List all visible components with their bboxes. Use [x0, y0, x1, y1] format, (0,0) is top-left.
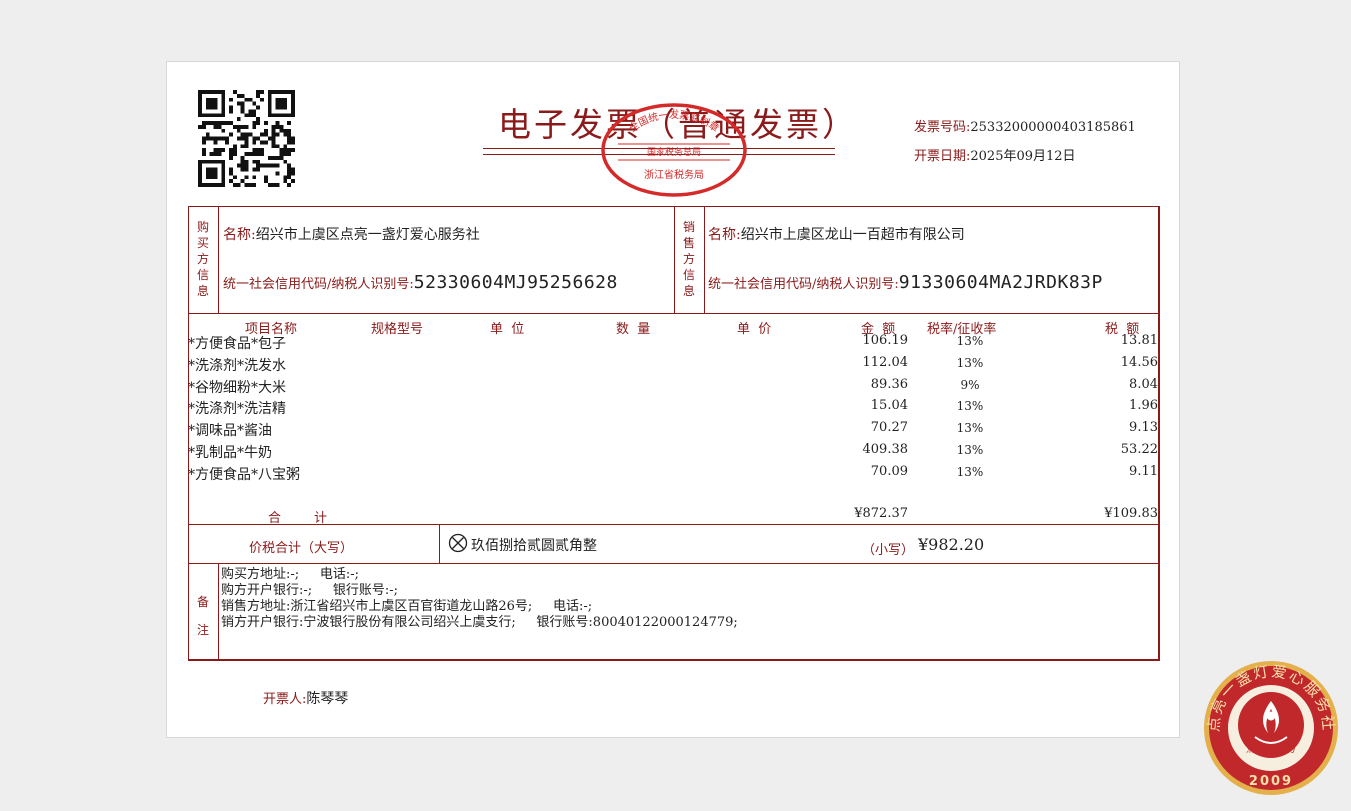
- row-rate: 9%: [960, 378, 980, 392]
- stamp-inner-text: 点亮一盏灯: [1246, 743, 1298, 755]
- row-item-name: *洗涤剂*洗洁精: [188, 401, 286, 417]
- row-tax: 8.04: [1129, 377, 1158, 392]
- row-amount: 89.36: [870, 377, 908, 392]
- table-row: *谷物细粉*大米 89.36 9% 8.04: [188, 377, 1160, 399]
- row-item-name: *乳制品*牛奶: [188, 445, 272, 461]
- tax-bureau-seal: 全国统一发票监制章 国家税务总局 浙江省税务局: [601, 103, 747, 197]
- row-tax: 13.81: [1120, 333, 1158, 348]
- seller-tax-label: 统一社会信用代码/纳税人识别号:: [708, 277, 899, 292]
- buyer-tax-value: 52330604MJ95256628: [413, 272, 618, 293]
- remarks-line: 销售方地址:浙江省绍兴市上虞区百官街道龙山路26号; 电话:-;: [221, 599, 593, 614]
- stamp-year: 2009: [1249, 774, 1293, 789]
- table-row: *方便食品*包子 106.19 13% 13.81: [188, 333, 1160, 355]
- row-rate: 13%: [956, 334, 984, 348]
- organization-stamp: 点亮一盏灯爱心服务社 点亮一盏灯 2009: [1204, 661, 1338, 795]
- qr-code: [198, 90, 295, 187]
- row-rate: 13%: [956, 356, 984, 370]
- row-amount: 70.09: [870, 464, 908, 479]
- row-rate: 13%: [956, 399, 984, 413]
- row-item-name: *洗涤剂*洗发水: [188, 358, 286, 374]
- row-tax: 9.11: [1129, 464, 1158, 479]
- remarks-content: 购买方地址:-; 电话:-; 购方开户银行:-; 银行账号:-; 销售方地址:浙江省…: [221, 567, 738, 631]
- row-amount: 15.04: [870, 398, 908, 413]
- seller-tax-value: 91330604MA2JRDK83P: [898, 272, 1103, 293]
- buyer-tax-label: 统一社会信用代码/纳税人识别号:: [223, 277, 414, 292]
- table-row: *洗涤剂*洗洁精 15.04 13% 1.96: [188, 398, 1160, 420]
- row-rate: 13%: [956, 465, 984, 479]
- invoice-date: 开票日期:2025年09月12日: [914, 145, 1076, 164]
- row-tax: 9.13: [1129, 420, 1158, 435]
- row-tax: 53.22: [1120, 442, 1158, 457]
- seller-tax-id: 统一社会信用代码/纳税人识别号:91330604MA2JRDK83P: [708, 272, 1103, 293]
- table-row: *乳制品*牛奶 409.38 13% 53.22: [188, 442, 1160, 464]
- party-divider: [188, 313, 1160, 314]
- remarks-line: 购买方地址:-; 电话:-;: [221, 567, 359, 582]
- row-item-name: *方便食品*八宝粥: [188, 467, 300, 483]
- grand-total-small-value: ¥982.20: [918, 535, 985, 554]
- remarks-line: 销方开户银行:宁波银行股份有限公司绍兴上虞支行; 银行账号:8004012200…: [221, 615, 738, 630]
- cross-circle-icon: [448, 533, 468, 553]
- invoice-date-value: 2025年09月12日: [970, 149, 1076, 164]
- table-row: *调味品*酱油 70.27 13% 9.13: [188, 420, 1160, 442]
- buyer-label-divider: [218, 206, 219, 313]
- remarks-side-label: 备注: [196, 595, 209, 637]
- seller-name: 名称:绍兴市上虞区龙山一百超市有限公司: [708, 224, 965, 244]
- total-amount: ¥872.37: [854, 506, 908, 521]
- seal-bottom-text: 浙江省税务局: [644, 168, 704, 181]
- grand-total-label: 价税合计（大写）: [249, 541, 354, 556]
- seller-side-label: 销售方信息: [682, 220, 695, 298]
- total-tax: ¥109.83: [1104, 506, 1158, 521]
- row-amount: 106.19: [862, 333, 909, 348]
- row-amount: 70.27: [870, 420, 908, 435]
- grand-total-divider: [188, 563, 1160, 564]
- total-divider: [188, 524, 1160, 525]
- buyer-name: 名称:绍兴市上虞区点亮一盏灯爱心服务社: [223, 224, 480, 244]
- invoice-number-label: 发票号码:: [914, 120, 971, 135]
- total-label: 合 计: [268, 511, 328, 526]
- row-item-name: *调味品*酱油: [188, 423, 272, 439]
- table-row: *方便食品*八宝粥 70.09 13% 9.11: [188, 464, 1160, 486]
- seller-label-divider: [704, 206, 705, 313]
- row-rate: 13%: [956, 421, 984, 435]
- issuer-label: 开票人:: [263, 692, 307, 707]
- row-amount: 409.38: [862, 442, 909, 457]
- row-tax: 1.96: [1129, 398, 1158, 413]
- seller-name-value: 绍兴市上虞区龙山一百超市有限公司: [740, 227, 965, 243]
- row-amount: 112.04: [862, 355, 909, 370]
- remarks-label-divider: [218, 563, 219, 661]
- issuer: 开票人:陈琴琴: [263, 688, 348, 708]
- invoice-number: 发票号码:25332000000403185861: [914, 116, 1136, 135]
- buyer-seller-divider: [674, 206, 675, 313]
- issuer-name: 陈琴琴: [306, 691, 349, 707]
- grand-total-small-label: （小写）: [862, 543, 915, 558]
- row-tax: 14.56: [1120, 355, 1158, 370]
- invoice-number-value: 25332000000403185861: [970, 120, 1136, 135]
- grand-total-col-divider: [439, 524, 440, 563]
- buyer-name-value: 绍兴市上虞区点亮一盏灯爱心服务社: [255, 227, 480, 243]
- buyer-name-label: 名称:: [223, 227, 256, 243]
- buyer-side-label: 购买方信息: [196, 220, 209, 298]
- table-row: *洗涤剂*洗发水 112.04 13% 14.56: [188, 355, 1160, 377]
- row-rate: 13%: [956, 443, 984, 457]
- row-item-name: *谷物细粉*大米: [188, 380, 286, 396]
- seal-middle-text: 国家税务总局: [647, 146, 701, 158]
- remarks-line: 购方开户银行:-; 银行账号:-;: [221, 583, 398, 598]
- seller-name-label: 名称:: [708, 227, 741, 243]
- buyer-tax-id: 统一社会信用代码/纳税人识别号:52330604MJ95256628: [223, 272, 618, 293]
- grand-total-words: 玖佰捌拾贰圆贰角整: [471, 538, 597, 554]
- invoice-date-label: 开票日期:: [914, 149, 971, 164]
- row-item-name: *方便食品*包子: [188, 336, 286, 352]
